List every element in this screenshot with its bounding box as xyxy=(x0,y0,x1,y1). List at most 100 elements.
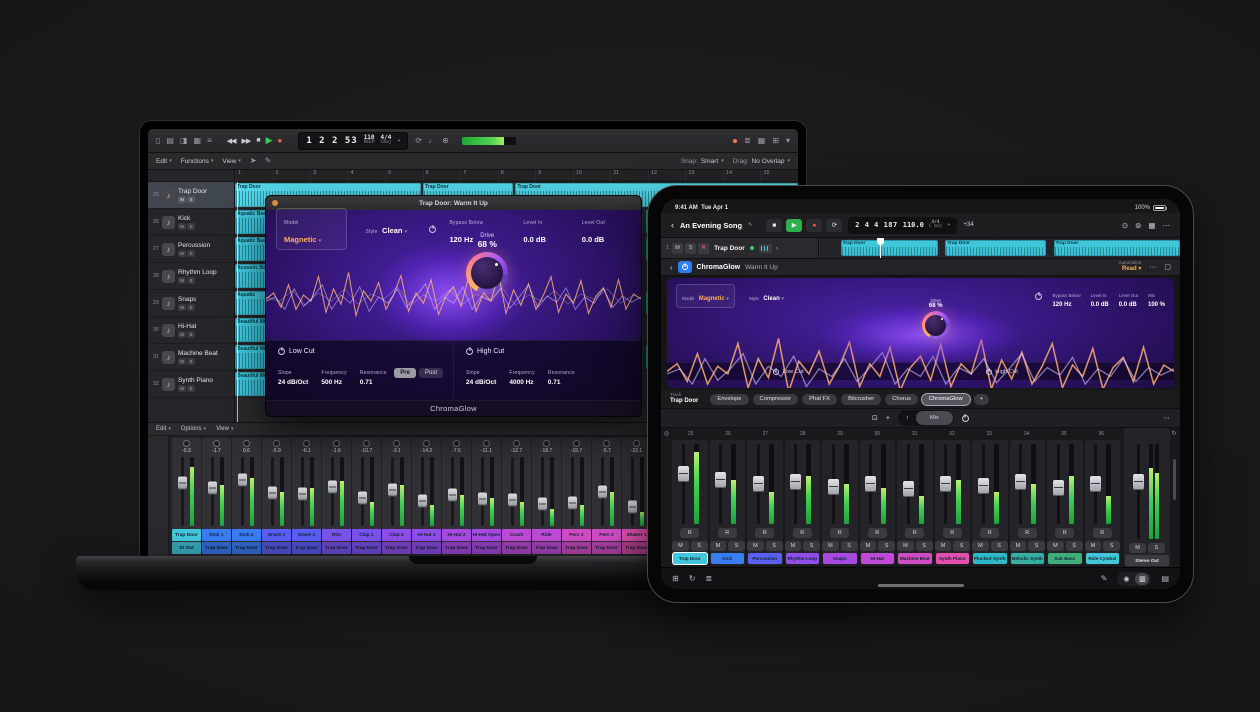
edit-menu[interactable]: Edit▾ xyxy=(156,158,172,165)
record-enable-button[interactable]: R xyxy=(1018,528,1037,538)
pan-knob[interactable] xyxy=(633,440,640,447)
fader-handle[interactable] xyxy=(628,500,637,513)
cycle-icon[interactable]: ◎ xyxy=(664,430,669,437)
pre-button[interactable]: Pre xyxy=(394,368,416,378)
close-window-button[interactable] xyxy=(272,200,278,206)
track-header[interactable]: 26♪KickMS xyxy=(148,209,234,236)
pencil-icon[interactable]: ✎ xyxy=(1101,574,1108,583)
fader-handle[interactable] xyxy=(508,493,517,506)
level-in-param[interactable]: Level In0.0 dB xyxy=(1091,284,1109,308)
fader-handle[interactable] xyxy=(828,479,839,495)
mixer-channel-strip[interactable]: RMSSynth Piano xyxy=(935,440,971,565)
solo-button[interactable]: S xyxy=(728,541,745,551)
drag-dropdown[interactable]: Drag:No Overlap▾ xyxy=(733,158,790,165)
mute-button[interactable]: M xyxy=(1129,543,1146,553)
mixer-channel-strip[interactable]: RMSSub Bass xyxy=(1047,440,1083,565)
high-cut-resonance[interactable]: Resonance0.71 xyxy=(548,361,575,386)
mixer-icon[interactable]: ▦ xyxy=(194,137,202,145)
solo-button[interactable]: S xyxy=(916,541,933,551)
low-cut-slope[interactable]: Slope24 dB/Oct xyxy=(278,361,308,386)
plugin-slot[interactable]: ChromaGlow xyxy=(922,394,970,405)
track-header[interactable]: 29♪SnapsMS xyxy=(148,290,234,317)
high-cut-power-icon[interactable] xyxy=(466,348,473,355)
fader-handle[interactable] xyxy=(538,497,547,510)
mac-lcd-display[interactable]: 1 2 2 53 110 KEEP 4/4 Cmaj ▾ xyxy=(298,132,408,150)
solo-button[interactable]: S xyxy=(691,541,708,551)
mute-button[interactable]: M xyxy=(972,541,989,551)
level-out-param[interactable]: Level Out 0.0 dB xyxy=(582,211,631,247)
mixer-scrollbar[interactable]: ↻ xyxy=(1170,428,1178,567)
solo-button[interactable]: S xyxy=(766,541,783,551)
record-enable-button[interactable]: R xyxy=(718,528,737,538)
play-button[interactable]: ▶ xyxy=(786,219,802,232)
add-track-icon[interactable]: + xyxy=(886,415,890,422)
track-solo-button[interactable]: S xyxy=(187,223,195,230)
mixer-channel-strip[interactable]: -18.7RideTrap Door xyxy=(532,438,561,554)
level-out-param[interactable]: Level Out0.0 dB xyxy=(1119,284,1138,308)
track-header[interactable]: 25♪Trap DoorMS xyxy=(148,182,234,209)
pan-knob[interactable] xyxy=(303,440,310,447)
more-icon[interactable]: ⋯ xyxy=(1163,414,1170,422)
solo-button[interactable]: S xyxy=(953,541,970,551)
low-cut-resonance[interactable]: Resonance0.71 xyxy=(360,361,387,386)
solo-button[interactable]: S xyxy=(803,541,820,551)
track-mute-button[interactable]: M xyxy=(178,277,186,284)
mute-button[interactable]: M xyxy=(1010,541,1027,551)
record-enable-button[interactable]: R xyxy=(755,528,774,538)
track-mute-button[interactable]: M xyxy=(178,358,186,365)
pan-knob[interactable] xyxy=(213,440,220,447)
solo-button[interactable]: S xyxy=(841,541,858,551)
keyboard-icon[interactable]: ▤ xyxy=(1161,574,1169,583)
playhead[interactable] xyxy=(880,238,881,258)
mixer-channel-strip[interactable]: -1.7Kick 1Trap Door xyxy=(202,438,231,554)
mixer-edit-menu[interactable]: Edit▾ xyxy=(156,426,171,432)
ipad-lcd-display[interactable]: 2 4 4 187 110.0 4/4 C maj ▾ xyxy=(848,217,957,234)
count-in-icon[interactable]: ⊕ xyxy=(442,137,449,145)
mixer-channel-strip[interactable]: RMSMelodic Synth xyxy=(1010,440,1046,565)
fader-handle[interactable] xyxy=(903,481,914,497)
mixer-channel-strip[interactable]: -3.1Clap 2Trap Door xyxy=(382,438,411,554)
pan-knob[interactable] xyxy=(393,440,400,447)
mute-button[interactable]: M xyxy=(672,541,689,551)
mute-button[interactable]: M xyxy=(672,243,683,254)
plugin-power-button[interactable] xyxy=(678,261,692,273)
plugins-view-icon[interactable]: ◉ xyxy=(1119,573,1133,585)
track-solo-button[interactable]: S xyxy=(187,358,195,365)
fader-handle[interactable] xyxy=(268,486,277,499)
record-enable-button[interactable]: R xyxy=(1093,528,1112,538)
mute-button[interactable]: M xyxy=(897,541,914,551)
drive-control[interactable]: Drive 68 % xyxy=(922,298,950,339)
chevron-down-icon[interactable]: ▾ xyxy=(786,137,790,145)
record-button[interactable]: ● xyxy=(277,136,281,145)
post-button[interactable]: Post xyxy=(419,368,443,378)
region-clip[interactable]: Trap Door xyxy=(841,240,938,256)
song-title[interactable]: An Evening Song xyxy=(680,221,742,230)
chromaglow-plugin-window[interactable]: Trap Door: Warm It Up Model Magnetic ▾ S… xyxy=(265,195,642,417)
fader-handle[interactable] xyxy=(865,476,876,492)
pan-knob[interactable] xyxy=(483,440,490,447)
fader-handle[interactable] xyxy=(1015,474,1026,490)
bypass-below-param[interactable]: Bypass Below120 Hz xyxy=(1052,284,1080,308)
mixer-channel-strip[interactable]: RMSPlucked Synth xyxy=(972,440,1008,565)
mixer-view-menu[interactable]: View▾ xyxy=(216,426,233,432)
track-mute-button[interactable]: M xyxy=(178,385,186,392)
stop-button[interactable]: ■ xyxy=(256,137,259,144)
record-enable-button[interactable]: R xyxy=(1055,528,1074,538)
track-solo-button[interactable]: S xyxy=(187,277,195,284)
track-mute-button[interactable]: M xyxy=(178,331,186,338)
mute-button[interactable]: M xyxy=(1085,541,1102,551)
region-clip[interactable]: Trap Door xyxy=(945,240,1046,256)
browser-icon[interactable]: ⊞ xyxy=(672,574,679,583)
more-icon[interactable]: ⋯ xyxy=(1163,221,1171,230)
pan-knob[interactable] xyxy=(573,440,580,447)
lcd-chevron-icon[interactable]: ▾ xyxy=(947,222,950,228)
drive-knob[interactable] xyxy=(466,252,508,294)
mixer-view-icon[interactable]: ▥ xyxy=(1135,573,1149,585)
mute-button[interactable]: M xyxy=(710,541,727,551)
window-icon[interactable]: ▢ xyxy=(1164,263,1171,271)
play-button[interactable]: ▶ xyxy=(266,135,272,146)
record-enable-button[interactable]: R xyxy=(830,528,849,538)
add-plugin-button[interactable]: + xyxy=(974,394,989,405)
metronome-icon[interactable]: ♩ xyxy=(428,137,436,145)
master-volume-meter[interactable] xyxy=(462,137,516,145)
